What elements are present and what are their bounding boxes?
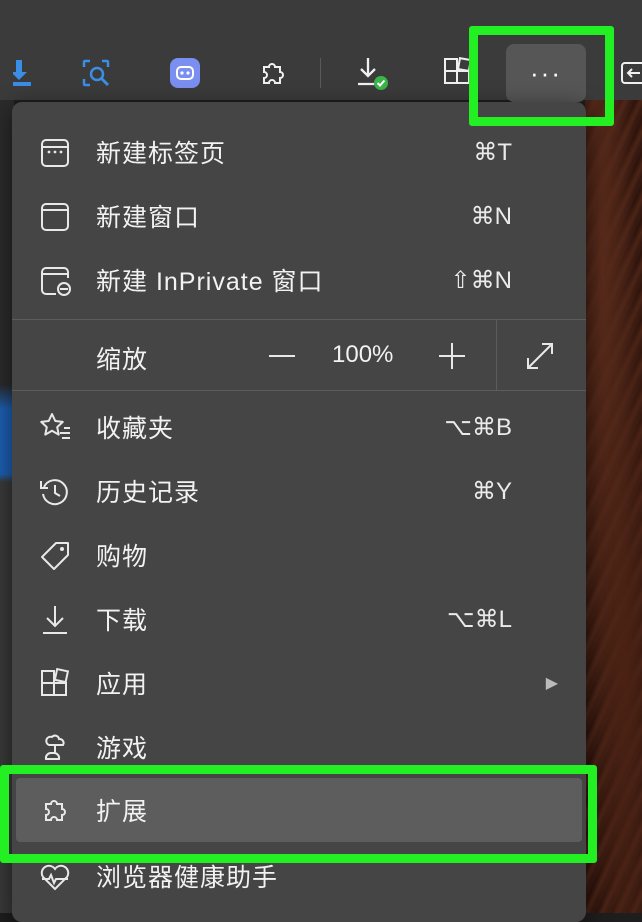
shopping-tag-icon [38, 539, 72, 573]
menu-item-new-tab[interactable]: 新建标签页 ⌘T [12, 120, 586, 184]
menu-item-downloads[interactable]: 下载 ⌥⌘L [12, 587, 586, 651]
highlight-box-extensions [0, 765, 597, 863]
menu-item-shortcut: ⌥⌘L [446, 605, 512, 633]
menu-item-label: 收藏夹 [96, 415, 175, 443]
browser-health-icon [38, 860, 72, 894]
zoom-label: 缩放 [96, 346, 149, 374]
extensions-puzzle-icon[interactable] [244, 46, 300, 100]
menu-item-label: 新建标签页 [96, 140, 227, 168]
favorites-star-icon [38, 411, 72, 445]
menu-item-apps[interactable]: 应用 ▶ [12, 651, 586, 715]
menu-item-shortcut: ⌘T [473, 138, 512, 166]
downloads-done-icon[interactable] [344, 46, 400, 100]
screenshot-search-icon[interactable] [68, 46, 124, 100]
menu-item-label: 浏览器健康助手 [96, 864, 279, 892]
menu-item-shopping[interactable]: 购物 [12, 523, 586, 587]
menu-item-label: 新建窗口 [96, 204, 201, 232]
menu-item-new-inprivate-window[interactable]: 新建 InPrivate 窗口 ⇧⌘N [12, 248, 586, 312]
menu-item-shortcut: ⇧⌘N [450, 266, 512, 294]
zoom-in-button[interactable] [432, 336, 472, 376]
highlight-box-more-button [469, 26, 614, 126]
zoom-row: 缩放 100% [12, 320, 586, 390]
apps-icon [38, 667, 72, 701]
download-icon [38, 603, 72, 637]
menu-item-new-window[interactable]: 新建窗口 ⌘N [12, 184, 586, 248]
zoom-value: 100% [332, 341, 394, 368]
menu-item-label: 购物 [96, 543, 149, 571]
menu-item-shortcut: ⌥⌘B [444, 413, 512, 441]
menu-item-label: 游戏 [96, 735, 149, 763]
inprivate-window-icon [38, 264, 72, 298]
games-icon [38, 731, 72, 765]
download-arrow-icon[interactable] [0, 46, 56, 100]
toolbar-separator [320, 58, 321, 88]
menu-item-label: 应用 [96, 671, 149, 699]
menu-item-shortcut: ⌘N [470, 202, 512, 230]
zoom-out-button[interactable] [262, 336, 302, 376]
menu-separator [12, 390, 586, 391]
menu-item-history[interactable]: 历史记录 ⌘Y [12, 459, 586, 523]
menu-item-label: 历史记录 [96, 479, 201, 507]
menu-item-label: 下载 [96, 607, 149, 635]
copilot-icon[interactable] [157, 46, 213, 100]
fullscreen-expand-icon[interactable] [520, 336, 560, 376]
menu-item-label: 新建 InPrivate 窗口 [96, 268, 324, 296]
new-tab-icon [38, 136, 72, 170]
zoom-separator [496, 320, 497, 390]
history-clock-icon [38, 475, 72, 509]
menu-item-shortcut: ⌘Y [471, 477, 512, 505]
submenu-arrow-icon: ▶ [545, 675, 558, 692]
menu-item-favorites[interactable]: 收藏夹 ⌥⌘B [12, 395, 586, 459]
new-window-icon [38, 200, 72, 234]
